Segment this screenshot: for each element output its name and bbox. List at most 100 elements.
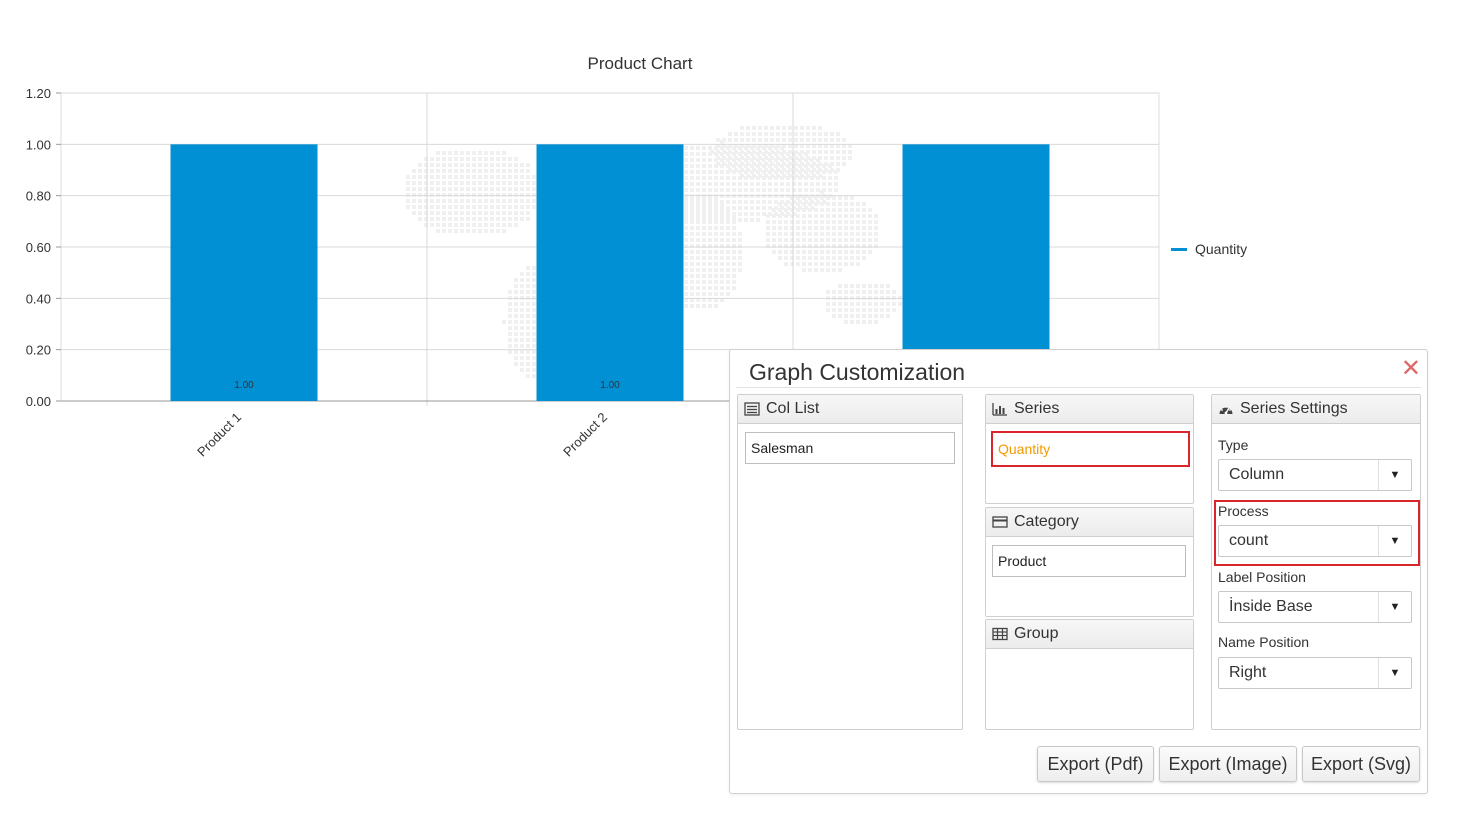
- map-dot: [430, 175, 434, 179]
- map-dot: [868, 208, 872, 212]
- map-dot: [496, 187, 500, 191]
- map-dot: [836, 150, 840, 154]
- field-quantity[interactable]: Quantity: [991, 431, 1190, 467]
- map-dot: [826, 196, 830, 200]
- label-position-select[interactable]: İnside Base ▼: [1218, 591, 1412, 623]
- map-dot: [478, 217, 482, 221]
- map-dot: [532, 302, 536, 306]
- map-dot: [454, 217, 458, 221]
- map-dot: [478, 151, 482, 155]
- map-dot: [720, 220, 724, 224]
- map-dot: [794, 168, 798, 172]
- map-dot: [472, 199, 476, 203]
- map-dot: [714, 182, 718, 186]
- map-dot: [684, 146, 688, 150]
- map-dot: [740, 162, 744, 166]
- name-position-select[interactable]: Right ▼: [1218, 657, 1412, 689]
- map-dot: [782, 150, 786, 154]
- map-dot: [818, 168, 822, 172]
- map-dot: [690, 182, 694, 186]
- map-dot: [708, 304, 712, 308]
- map-dot: [814, 214, 818, 218]
- map-dot: [460, 157, 464, 161]
- map-dot: [844, 262, 848, 266]
- map-dot: [514, 284, 518, 288]
- map-dot: [722, 156, 726, 160]
- map-dot: [732, 268, 736, 272]
- field-product[interactable]: Product: [992, 545, 1186, 577]
- export-image-button[interactable]: Export (Image): [1159, 746, 1297, 782]
- map-dot: [732, 200, 736, 204]
- map-dot: [684, 176, 688, 180]
- map-dot: [862, 214, 866, 218]
- map-dot: [802, 226, 806, 230]
- map-dot: [886, 302, 890, 306]
- map-dot: [756, 188, 760, 192]
- legend-swatch: [1171, 247, 1187, 251]
- type-select[interactable]: Column ▼: [1218, 459, 1412, 491]
- map-dot: [776, 132, 780, 136]
- map-dot: [796, 196, 800, 200]
- map-dot: [472, 157, 476, 161]
- map-dot: [508, 199, 512, 203]
- close-icon[interactable]: ✕: [1401, 357, 1421, 381]
- map-dot: [714, 280, 718, 284]
- map-dot: [868, 308, 872, 312]
- map-dot: [520, 284, 524, 288]
- map-dot: [750, 188, 754, 192]
- map-dot: [746, 156, 750, 160]
- map-dot: [684, 164, 688, 168]
- map-dot: [526, 314, 530, 318]
- map-dot: [526, 368, 530, 372]
- map-dot: [454, 169, 458, 173]
- map-dot: [520, 181, 524, 185]
- export-svg-button[interactable]: Export (Svg): [1302, 746, 1420, 782]
- map-dot: [732, 182, 736, 186]
- export-pdf-button[interactable]: Export (Pdf): [1037, 746, 1154, 782]
- map-dot: [850, 256, 854, 260]
- map-dot: [814, 202, 818, 206]
- map-dot: [514, 338, 518, 342]
- map-dot: [756, 200, 760, 204]
- map-dot: [496, 151, 500, 155]
- map-dot: [514, 163, 518, 167]
- map-dot: [448, 157, 452, 161]
- map-dot: [702, 250, 706, 254]
- map-dot: [726, 262, 730, 266]
- graph-customization-panel: Graph Customization ✕ Col List Salesman: [729, 349, 1428, 794]
- map-dot: [412, 193, 416, 197]
- map-dot: [526, 211, 530, 215]
- map-dot: [502, 169, 506, 173]
- map-dot: [824, 168, 828, 172]
- map-dot: [768, 182, 772, 186]
- map-dot: [784, 250, 788, 254]
- map-dot: [756, 182, 760, 186]
- map-dot: [788, 156, 792, 160]
- map-dot: [708, 232, 712, 236]
- map-dot: [728, 162, 732, 166]
- name-position-value: Right: [1229, 664, 1267, 681]
- map-dot: [520, 362, 524, 366]
- map-dot: [448, 229, 452, 233]
- map-dot: [690, 274, 694, 278]
- map-dot: [800, 168, 804, 172]
- map-dot: [868, 290, 872, 294]
- map-dot: [812, 174, 816, 178]
- map-dot: [708, 256, 712, 260]
- map-dot: [526, 326, 530, 330]
- map-dot: [448, 169, 452, 173]
- map-dot: [448, 223, 452, 227]
- map-dot: [430, 217, 434, 221]
- map-dot: [526, 187, 530, 191]
- map-dot: [808, 232, 812, 236]
- map-dot: [726, 274, 730, 278]
- map-dot: [750, 182, 754, 186]
- map-dot: [708, 250, 712, 254]
- map-dot: [732, 256, 736, 260]
- map-dot: [850, 208, 854, 212]
- map-dot: [856, 208, 860, 212]
- map-dot: [752, 132, 756, 136]
- field-salesman[interactable]: Salesman: [745, 432, 955, 464]
- chart-legend[interactable]: Quantity: [1171, 241, 1247, 257]
- y-tick-label: 0.20: [26, 343, 51, 358]
